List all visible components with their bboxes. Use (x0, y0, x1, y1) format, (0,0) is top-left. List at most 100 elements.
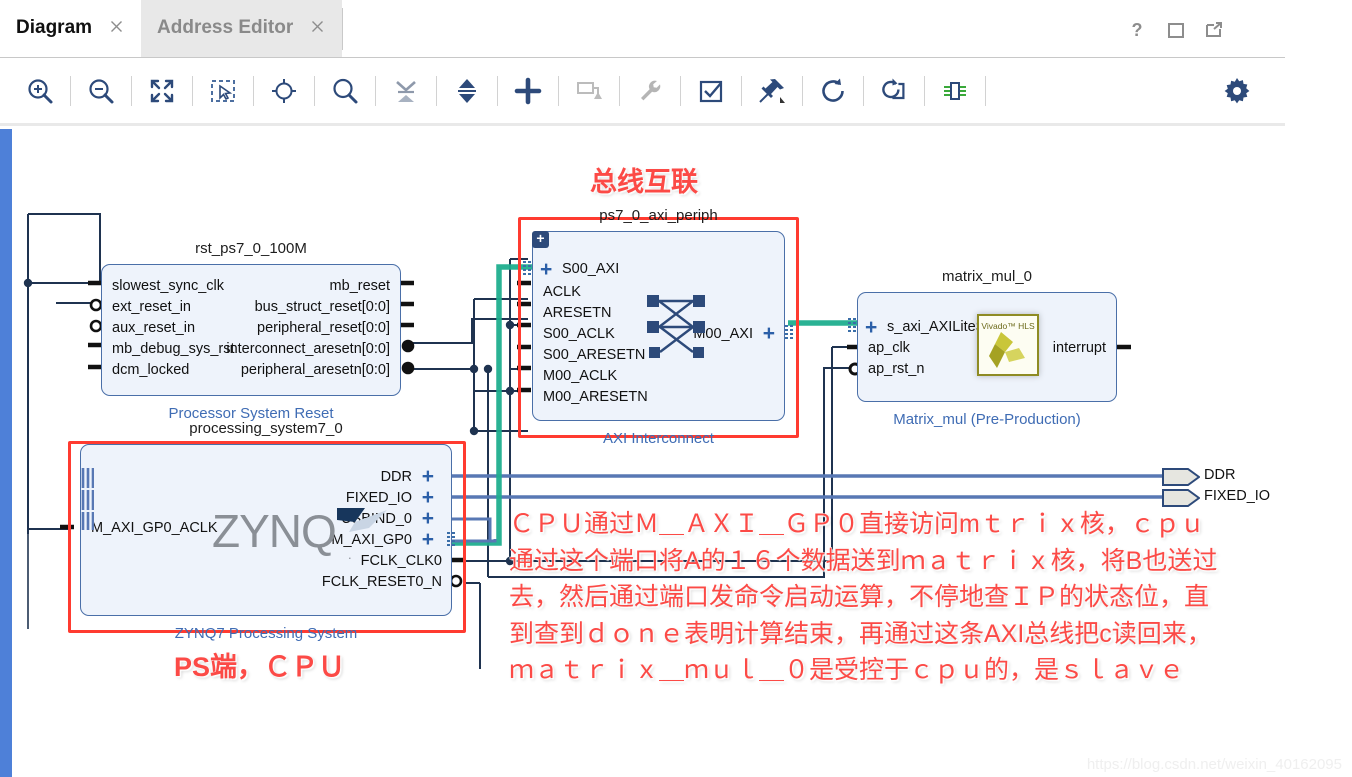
zoom-out-icon[interactable] (75, 65, 127, 117)
select-area-icon[interactable] (197, 65, 249, 117)
block-title: ps7_0_axi_periph (599, 207, 718, 224)
tab-address-editor-label: Address Editor (157, 17, 294, 38)
block-title: rst_ps7_0_100M (195, 240, 307, 257)
annotation-line-1: ＣＰＵ通过Ｍ＿ＡＸＩ＿ＧＰ０直接访问mｔｒｉｘ核，ｃｐｕ (508, 510, 1205, 539)
run-block-automation-icon[interactable] (929, 65, 981, 117)
pin-dcm-locked[interactable]: dcm_locked (112, 363, 189, 378)
pin-aux-reset-in[interactable]: aux_reset_in (112, 321, 195, 336)
toolbar-divider (558, 75, 559, 106)
pin-peripheral-reset[interactable]: peripheral_reset[0:0] (257, 321, 390, 336)
pin-peripheral-aresetn[interactable]: peripheral_aresetn[0:0] (241, 363, 390, 378)
block-processing-system7-0[interactable]: processing_system7_0 ZYNQ7 Processing Sy… (80, 420, 456, 642)
pin-mb-reset[interactable]: mb_reset (330, 279, 390, 294)
tab-address-editor-close-icon[interactable] (307, 17, 328, 39)
tab-bar: Diagram Address Editor ? (0, 0, 1285, 58)
pin-s00-aresetn[interactable]: S00_ARESETN (543, 348, 645, 363)
collapse-all-icon[interactable] (380, 65, 432, 117)
help-icon[interactable]: ? (1127, 20, 1147, 40)
settings-wrench-icon[interactable] (624, 65, 676, 117)
expand-all-icon[interactable] (441, 65, 493, 117)
annotation-bus-interconnect: 总线互联 (590, 166, 699, 197)
pin-ap-rst-n[interactable]: ap_rst_n (868, 362, 924, 377)
block-title: matrix_mul_0 (941, 268, 1033, 285)
m-axi-gp0-expand-icon[interactable]: + (422, 529, 434, 550)
expand-block-button[interactable]: + (532, 231, 549, 248)
annotation-description: ＣＰＵ通过Ｍ＿ＡＸＩ＿ＧＰ０直接访问mｔｒｉｘ核，ｃｐｕ 通过这个端口将A的１６… (508, 507, 1218, 690)
s00-axi-bus-stub (523, 261, 532, 277)
pin-s00-aclk[interactable]: S00_ACLK (543, 327, 615, 342)
pin-ddr[interactable]: DDR (381, 470, 412, 485)
block-rst-ps7-0-100m[interactable]: rst_ps7_0_100M Processor System Reset sl… (101, 240, 401, 422)
tab-diagram[interactable]: Diagram (0, 0, 142, 57)
annotation-line-3: 去，然后通过端口发命令启动运算，不停地查ＩＰ的状态位，直 (508, 583, 1210, 612)
toolbar-divider (192, 75, 193, 106)
pin-icon[interactable] (746, 65, 798, 117)
block-design-canvas[interactable]: rst_ps7_0_100M Processor System Reset sl… (12, 129, 1352, 777)
annotation-ps-cpu: PS端，ＣＰＵ (173, 651, 346, 682)
zynq-logo-text: ZYNQ (212, 505, 337, 557)
annotation-line-2: 通过这个端口将A的１６个数据送到ｍａｔｒｉｘ核，将B也送过 (508, 546, 1218, 575)
pin-bus-struct-reset[interactable]: bus_struct_reset[0:0] (255, 300, 390, 315)
run-connection-automation-icon[interactable] (868, 65, 920, 117)
external-port-fixed-io-label: FIXED_IO (1204, 488, 1271, 504)
toolbar-divider (924, 75, 925, 106)
pin-ext-reset-in[interactable]: ext_reset_in (112, 300, 191, 315)
m-axi-gp0-bus-stub (447, 532, 456, 548)
diagram-toolbar (0, 58, 1285, 126)
pin-slowest-sync-clk[interactable]: slowest_sync_clk (112, 279, 224, 294)
pin-fclk-clk0[interactable]: FCLK_CLK0 (361, 554, 442, 569)
pin-m00-aresetn[interactable]: M00_ARESETN (543, 390, 648, 405)
s-axi-axilites-expand-icon[interactable]: + (865, 317, 877, 338)
ddr-expand-icon[interactable]: + (422, 466, 434, 487)
tab-address-editor[interactable]: Address Editor (141, 0, 343, 57)
pin-interconnect-aresetn[interactable]: interconnect_aresetn[0:0] (226, 342, 390, 357)
pin-fixed-io[interactable]: FIXED_IO (346, 491, 412, 506)
zoom-to-selection-icon[interactable] (258, 65, 310, 117)
validate-design-icon[interactable] (685, 65, 737, 117)
pin-ap-clk[interactable]: ap_clk (868, 341, 910, 356)
s00-axi-expand-icon[interactable]: + (540, 259, 552, 280)
add-ip-icon[interactable] (502, 65, 554, 117)
usbind-0-expand-icon[interactable]: + (422, 508, 434, 529)
zoom-in-icon[interactable] (14, 65, 66, 117)
pin-m-axi-gp0-aclk[interactable]: M_AXI_GP0_ACLK (91, 521, 218, 536)
block-subtitle: AXI Interconnect (603, 430, 714, 447)
tab-diagram-label: Diagram (16, 17, 93, 38)
fixed-io-bus-stub (81, 490, 94, 510)
pin-m00-aclk[interactable]: M00_ACLK (543, 369, 617, 384)
crossbar-icon (647, 295, 705, 358)
block-ps7-0-axi-periph[interactable]: ps7_0_axi_periph AXI Interconnect + + S0… (523, 207, 794, 447)
float-window-icon[interactable] (1205, 21, 1223, 39)
pin-mb-debug-sys-rst[interactable]: mb_debug_sys_rst (112, 342, 235, 357)
toolbar-divider (802, 75, 803, 106)
refresh-icon[interactable] (807, 65, 859, 117)
external-port-ddr-label: DDR (1204, 467, 1236, 483)
toolbar-divider (253, 75, 254, 106)
zoom-fit-icon[interactable] (136, 65, 188, 117)
toolbar-divider (741, 75, 742, 106)
block-subtitle: ZYNQ7 Processing System (174, 625, 358, 642)
toolbar-divider (70, 75, 71, 106)
add-module-icon[interactable] (563, 65, 615, 117)
maximize-icon[interactable] (1167, 21, 1185, 39)
tab-diagram-close-icon[interactable] (106, 17, 127, 39)
toolbar-divider (619, 75, 620, 106)
zynq-swoosh-icon (337, 508, 387, 532)
block-matrix-mul-0[interactable]: matrix_mul_0 Matrix_mul (Pre-Production)… (848, 268, 1117, 428)
block-title: processing_system7_0 (189, 420, 343, 437)
gear-icon[interactable] (1211, 65, 1263, 117)
m00-axi-expand-icon[interactable]: + (763, 323, 775, 344)
fixed-io-expand-icon[interactable]: + (422, 487, 434, 508)
pin-s-axi-axilites[interactable]: s_axi_AXILiteS (887, 320, 985, 335)
pin-aresetn[interactable]: ARESETN (543, 306, 612, 321)
usbind-0-bus-stub (81, 512, 94, 530)
pin-aclk[interactable]: ACLK (543, 285, 581, 300)
toolbar-divider (314, 75, 315, 106)
annotation-line-4: 到查到ｄｏｎｅ表明计算结束，再通过这条AXI总线把c读回来， (508, 619, 1212, 648)
pin-fclk-reset0-n[interactable]: FCLK_RESET0_N (322, 575, 442, 590)
toolbar-divider (375, 75, 376, 106)
pin-s00-axi[interactable]: S00_AXI (562, 262, 619, 277)
toolbar-divider (497, 75, 498, 106)
search-icon[interactable] (319, 65, 371, 117)
pin-interrupt[interactable]: interrupt (1053, 341, 1106, 356)
